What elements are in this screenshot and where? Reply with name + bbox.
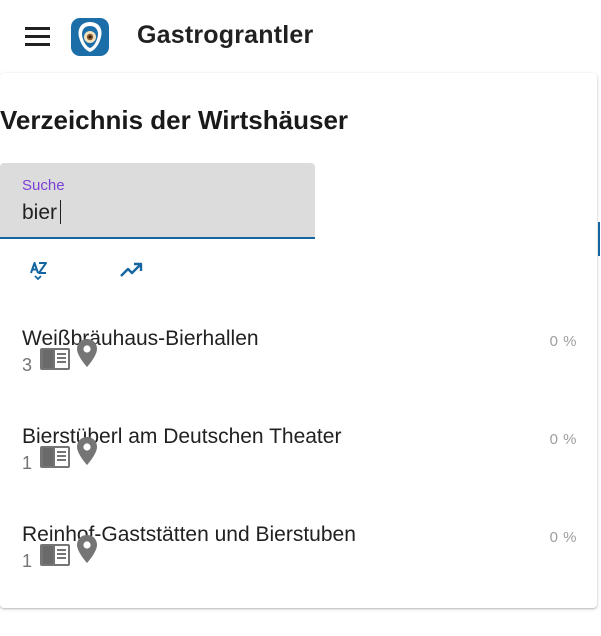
menu-book-icon[interactable] — [39, 347, 71, 371]
sort-alphabetical-icon — [30, 262, 47, 281]
gastrograntler-logo-icon[interactable] — [70, 17, 110, 57]
scrollbar-indicator[interactable] — [598, 222, 600, 256]
sort-trending-button[interactable] — [113, 255, 149, 285]
match-percentage: 0 % — [549, 431, 577, 448]
search-input[interactable] — [22, 199, 302, 227]
trending-up-icon — [120, 262, 143, 277]
app-title: Gastrograntler — [137, 21, 314, 49]
list-item[interactable]: Bierstüberl am Deutschen Theater 1 0 % — [0, 425, 597, 523]
menu-book-icon[interactable] — [39, 445, 71, 469]
page-title: Verzeichnis der Wirtshäuser — [0, 105, 349, 135]
menu-book-icon[interactable] — [39, 543, 71, 567]
match-percentage: 0 % — [549, 333, 577, 350]
app-bar: Gastrograntler — [0, 0, 601, 72]
list-item[interactable]: Reinhof-Gaststätten und Bierstuben 1 0 % — [0, 523, 597, 621]
search-label: Suche — [22, 177, 65, 194]
match-percentage: 0 % — [549, 529, 577, 546]
directory-card: Verzeichnis der Wirtshäuser Suche Weißbr… — [0, 73, 597, 608]
menu-button[interactable] — [22, 24, 54, 50]
review-count: 1 — [22, 453, 33, 473]
sort-alphabetical-button[interactable] — [20, 255, 56, 285]
map-pin-icon[interactable] — [76, 534, 98, 564]
review-count: 1 — [22, 551, 33, 571]
restaurant-name: Reinhof-Gaststätten und Bierstuben — [22, 523, 356, 546]
review-count: 3 — [22, 355, 33, 375]
list-item[interactable]: Weißbräuhaus-Bierhallen 3 0 % — [0, 327, 597, 425]
map-pin-icon[interactable] — [76, 436, 98, 466]
search-field[interactable]: Suche — [0, 163, 315, 239]
text-caret — [60, 200, 61, 224]
map-pin-icon[interactable] — [76, 338, 98, 368]
hamburger-menu-icon — [25, 27, 50, 46]
